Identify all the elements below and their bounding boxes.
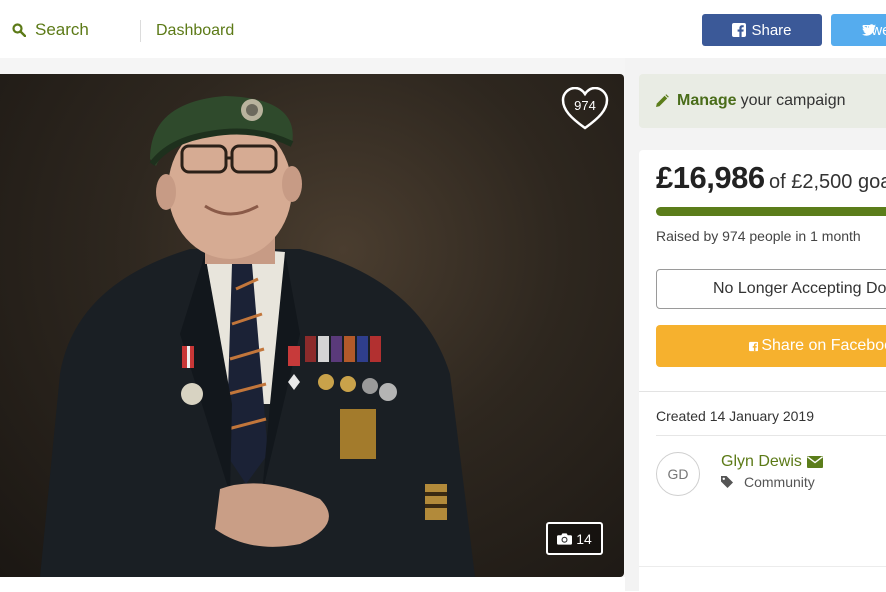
page-background-bottom (0, 577, 640, 591)
search-icon (12, 23, 26, 37)
photo-gallery-button[interactable]: 14 (546, 522, 603, 555)
twitter-icon (862, 24, 876, 36)
amount-raised-value: £16,986 (656, 160, 765, 195)
donation-card (639, 150, 886, 591)
search-label: Search (35, 20, 89, 39)
progress-bar (656, 207, 886, 216)
organiser-name-link[interactable]: Glyn Dewis (721, 453, 823, 471)
facebook-icon (732, 23, 747, 37)
category-link[interactable]: Community (721, 474, 815, 490)
organiser-name: Glyn Dewis (721, 453, 802, 470)
manage-campaign-button[interactable]: Manage your campaign (639, 74, 886, 128)
section-divider (639, 391, 886, 392)
facebook-share-button[interactable]: Share (702, 14, 822, 46)
amount-raised: £16,986 of £2,500 goal (656, 160, 886, 196)
envelope-icon[interactable] (806, 456, 823, 468)
twitter-share-button[interactable]: Tweet (831, 14, 886, 46)
photo-count: 14 (576, 530, 592, 547)
next-card (639, 566, 886, 592)
dashboard-link[interactable]: Dashboard (156, 22, 234, 40)
top-nav: Search Dashboard Share Tweet (0, 0, 886, 59)
facebook-share-label: Share (751, 21, 792, 39)
camera-icon (557, 533, 573, 545)
category-label: Community (744, 474, 815, 490)
campaign-photo[interactable] (0, 74, 624, 577)
no-longer-accepting-button[interactable]: No Longer Accepting Donations (656, 269, 886, 309)
organiser-avatar[interactable]: GD (656, 452, 700, 496)
manage-bold-label: Manage (677, 92, 737, 109)
progress-bar-fill (656, 207, 886, 216)
heart-count: 974 (574, 98, 596, 113)
section-divider (656, 435, 886, 436)
pencil-icon (656, 94, 669, 107)
search-link[interactable]: Search (12, 20, 89, 40)
like-heart-button[interactable]: 974 (561, 86, 609, 131)
raised-by-text: Raised by 974 people in 1 month (656, 228, 861, 244)
facebook-icon (749, 341, 759, 351)
nav-divider (140, 20, 141, 42)
manage-label: your campaign (740, 92, 846, 109)
share-on-facebook-label: Share on Facebook (761, 337, 886, 354)
veteran-portrait (40, 96, 475, 577)
created-date: Created 14 January 2019 (656, 408, 814, 424)
share-on-facebook-button[interactable]: Share on Facebook (656, 325, 886, 367)
goal-text: of £2,500 goal (769, 171, 886, 193)
tag-icon (721, 476, 733, 488)
